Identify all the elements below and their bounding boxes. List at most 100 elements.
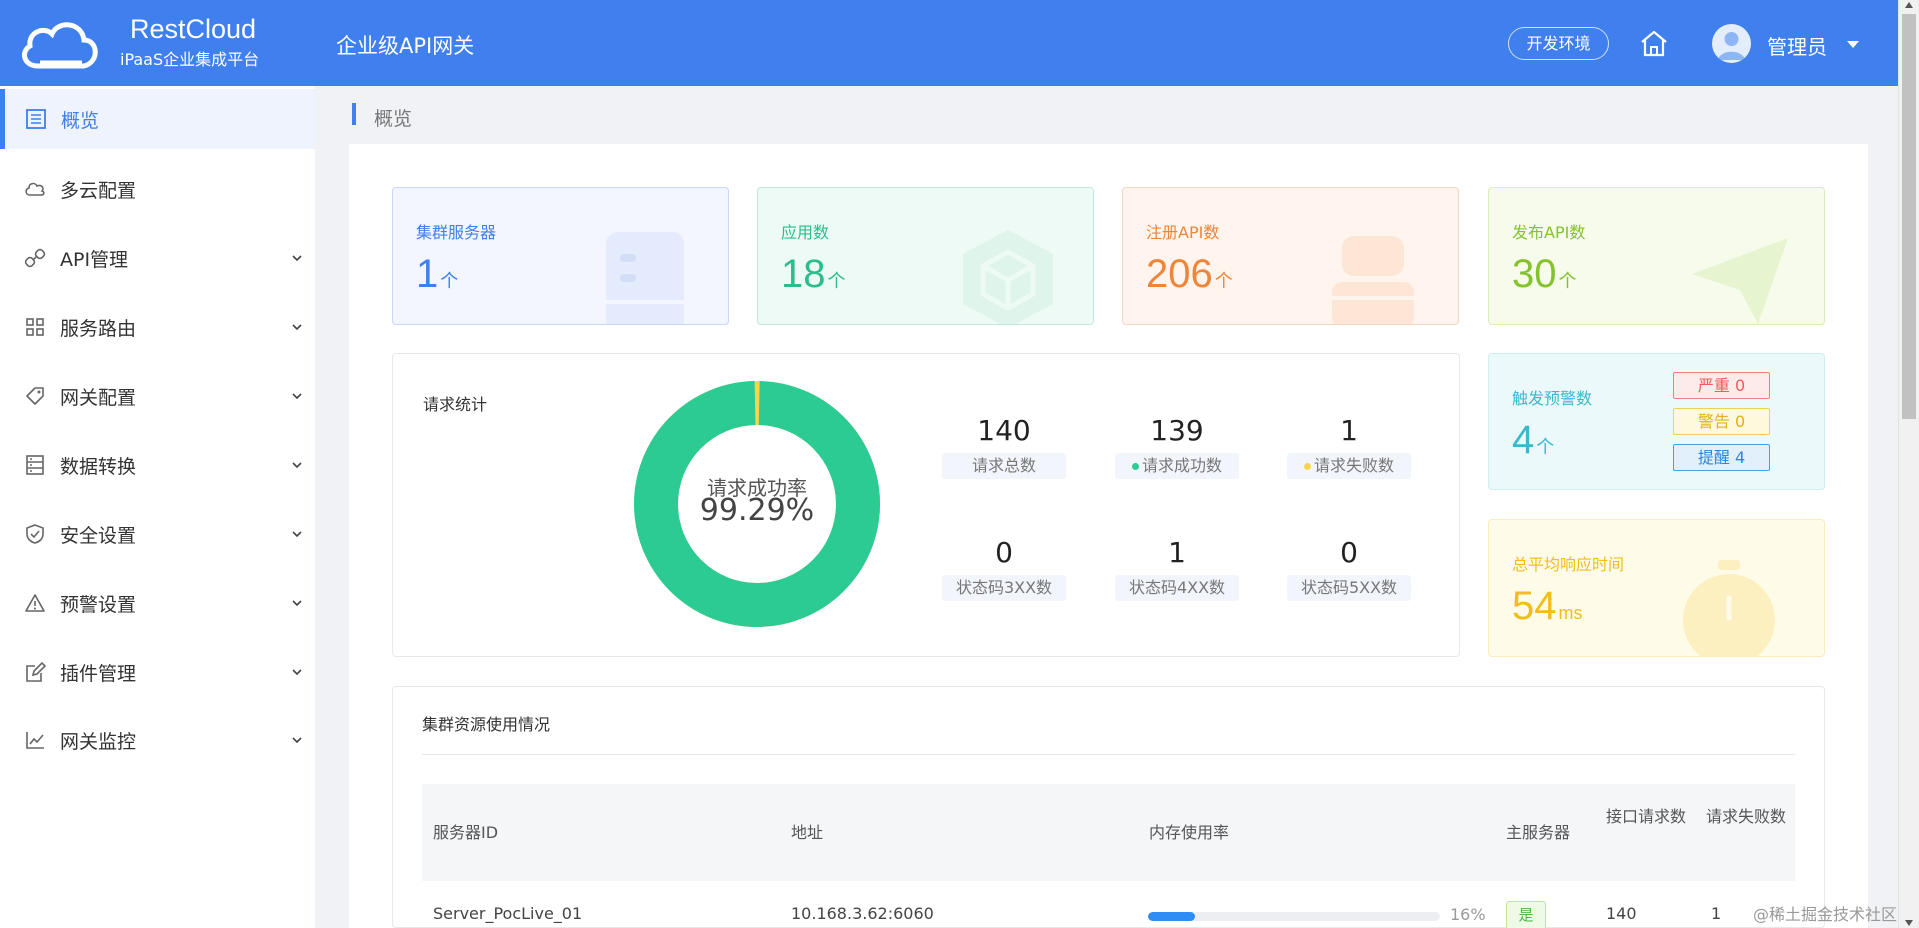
sidebar-item-label: 多云配置 (60, 179, 137, 202)
failure-dot-icon (1303, 463, 1311, 470)
metric-failed-requests: 1 请求失败数 (1287, 413, 1411, 479)
scroll-thumb[interactable] (1902, 14, 1916, 419)
cluster-resource-title: 集群资源使用情况 (422, 715, 551, 734)
app-title: 企业级API网关 (336, 34, 475, 58)
user-name[interactable]: 管理员 (1767, 31, 1827, 60)
stat-card-cluster-servers: 集群服务器 1个 (392, 187, 729, 325)
request-stats-card (392, 353, 1460, 657)
alert-tag-critical[interactable]: 严重 0 (1673, 372, 1770, 399)
link-icon (24, 248, 46, 268)
sidebar-item-gateway-monitor[interactable]: 网关监控 (0, 710, 315, 770)
alert-value: 4个 (1512, 418, 1554, 463)
sidebar-item-label: 网关配置 (60, 386, 137, 409)
stopwatch-icon (1683, 560, 1775, 656)
alert-number: 4 (1512, 418, 1535, 462)
cell-failures: 1 (1711, 904, 1722, 923)
stat-value: 30 个 (1512, 252, 1577, 297)
stat-card-registered-apis: 注册API数 206 个 (1122, 187, 1459, 325)
alert-tag-reminder[interactable]: 提醒 4 (1673, 444, 1770, 471)
breadcrumb-marker (352, 103, 356, 125)
sidebar-item-plugin-management[interactable]: 插件管理 (0, 642, 315, 702)
environment-button[interactable]: 开发环境 (1508, 27, 1609, 60)
stat-label: 应用数 (781, 223, 830, 242)
divider (422, 754, 1795, 755)
sidebar-item-data-transform[interactable]: 数据转换 (0, 435, 315, 495)
server-icon (606, 232, 684, 324)
brand-name: RestCloud (130, 14, 257, 44)
stat-label: 发布API数 (1512, 223, 1586, 242)
brand-subtitle: iPaaS企业集成平台 (120, 50, 260, 69)
metric-value: 140 (977, 414, 1031, 447)
stat-number: 206 (1146, 252, 1213, 296)
sidebar-item-label: API管理 (60, 248, 129, 271)
sidebar-item-label: 数据转换 (60, 455, 137, 478)
cloud-logo-icon[interactable] (18, 16, 100, 70)
scroll-up-arrow-icon[interactable] (1905, 2, 1913, 8)
metric-value: 0 (1340, 536, 1358, 569)
cell-memory-percent: 16% (1450, 905, 1486, 924)
chevron-down-icon (292, 531, 302, 538)
user-avatar-icon (1718, 32, 1745, 60)
metric-total-requests: 140 请求总数 (942, 413, 1066, 479)
avatar[interactable] (1712, 24, 1751, 63)
metric-label-text: 状态码5XX数 (1300, 578, 1398, 597)
page-scrollbar[interactable] (1898, 0, 1919, 928)
stat-unit: 个 (440, 271, 459, 291)
server-icon (26, 455, 44, 475)
scroll-down-arrow-icon[interactable] (1905, 920, 1913, 926)
sidebar-item-gateway-config[interactable]: 网关配置 (0, 366, 315, 426)
metric-label-text: 请求成功数 (1141, 456, 1222, 475)
sidebar: 概览 多云配置 API管理 服务路由 网关配置 数据转换 安全设置 预警设置 插… (0, 86, 315, 928)
stat-value: 18 个 (781, 252, 846, 297)
memory-usage-bar (1148, 912, 1440, 921)
sidebar-item-api-management[interactable]: API管理 (0, 228, 315, 288)
chevron-down-icon (292, 462, 302, 469)
alert-tag-warning[interactable]: 警告 0 (1673, 408, 1770, 435)
metric-value: 139 (1150, 414, 1204, 447)
sidebar-item-alert-settings[interactable]: 预警设置 (0, 573, 315, 633)
column-header-failures: 请求失败数 (1706, 807, 1787, 826)
sidebar-item-security[interactable]: 安全设置 (0, 504, 315, 564)
metric-value: 1 (1340, 414, 1358, 447)
response-number: 54 (1512, 584, 1557, 628)
metric-status-5xx: 0 状态码5XX数 (1287, 535, 1411, 601)
stat-number: 18 (781, 252, 826, 296)
stat-card-published-apis: 发布API数 30 个 (1488, 187, 1825, 325)
stat-label: 集群服务器 (416, 223, 497, 242)
response-label: 总平均响应时间 (1512, 555, 1625, 574)
chevron-down-icon (292, 255, 302, 262)
column-header-address: 地址 (791, 823, 824, 842)
alert-label: 触发预警数 (1512, 389, 1593, 408)
chevron-down-icon (292, 737, 302, 744)
sidebar-item-label: 插件管理 (60, 662, 137, 685)
chevron-down-icon (292, 669, 302, 676)
column-header-memory: 内存使用率 (1149, 823, 1230, 842)
sidebar-item-label: 网关监控 (60, 730, 137, 753)
sidebar-item-service-routing[interactable]: 服务路由 (0, 297, 315, 357)
avg-response-time-card: 总平均响应时间 54 ms (1488, 519, 1825, 657)
metric-label: 状态码5XX数 (1287, 575, 1411, 601)
metric-label-text: 状态码4XX数 (1128, 578, 1226, 597)
stat-number: 1 (416, 252, 439, 296)
metric-label: 状态码4XX数 (1115, 575, 1239, 601)
metric-status-4xx: 1 状态码4XX数 (1115, 535, 1239, 601)
memory-usage-fill (1148, 912, 1195, 921)
stat-value: 1个 (416, 252, 458, 297)
cell-server-id: Server_PocLive_01 (433, 904, 583, 923)
sidebar-item-overview[interactable]: 概览 (0, 89, 315, 149)
alert-unit: 个 (1536, 437, 1555, 457)
overview-icon (26, 109, 46, 129)
stat-unit: 个 (1558, 271, 1577, 291)
success-dot-icon (1131, 463, 1139, 470)
stat-unit: 个 (1214, 271, 1233, 291)
watermark: @稀土掘金技术社区 (1753, 905, 1898, 924)
home-icon[interactable] (1639, 29, 1669, 57)
tag-icon (26, 387, 44, 405)
user-menu-chevron-down-icon[interactable] (1847, 41, 1859, 48)
chevron-down-icon (292, 324, 302, 331)
table-header (422, 784, 1795, 881)
success-rate-value: 99.29% (699, 493, 815, 528)
sidebar-item-multicloud[interactable]: 多云配置 (0, 159, 315, 219)
chevron-down-icon (292, 393, 302, 400)
metric-label-text: 状态码3XX数 (955, 578, 1053, 597)
